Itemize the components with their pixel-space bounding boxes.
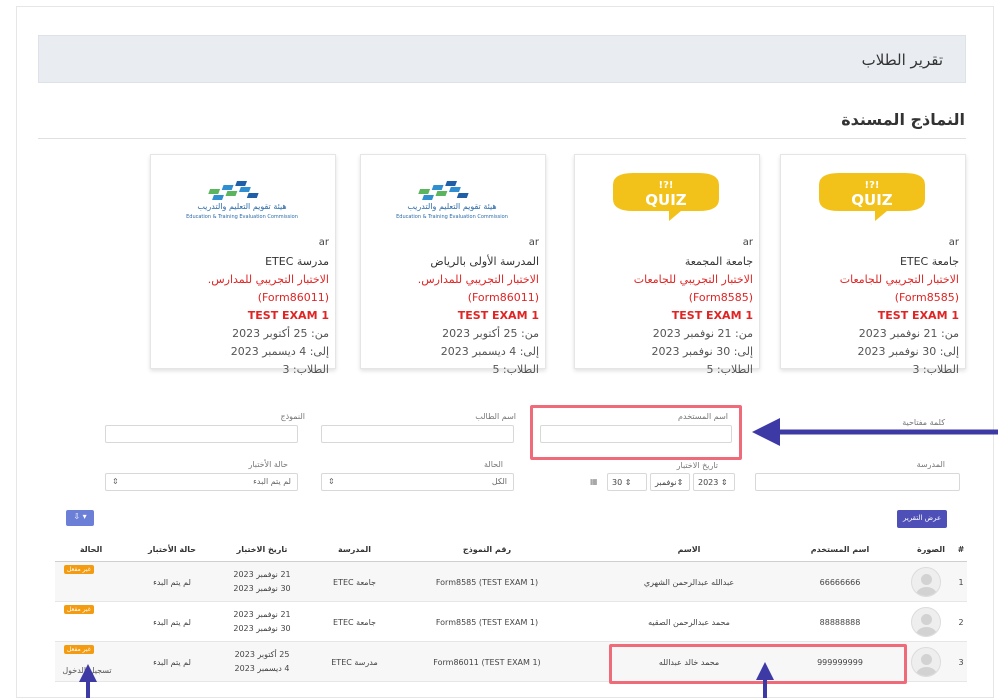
arrow-left-icon	[752, 418, 998, 446]
arrow-up-icon	[756, 662, 774, 698]
arrow-up-icon	[79, 664, 97, 698]
annotation-arrows	[79, 418, 998, 698]
